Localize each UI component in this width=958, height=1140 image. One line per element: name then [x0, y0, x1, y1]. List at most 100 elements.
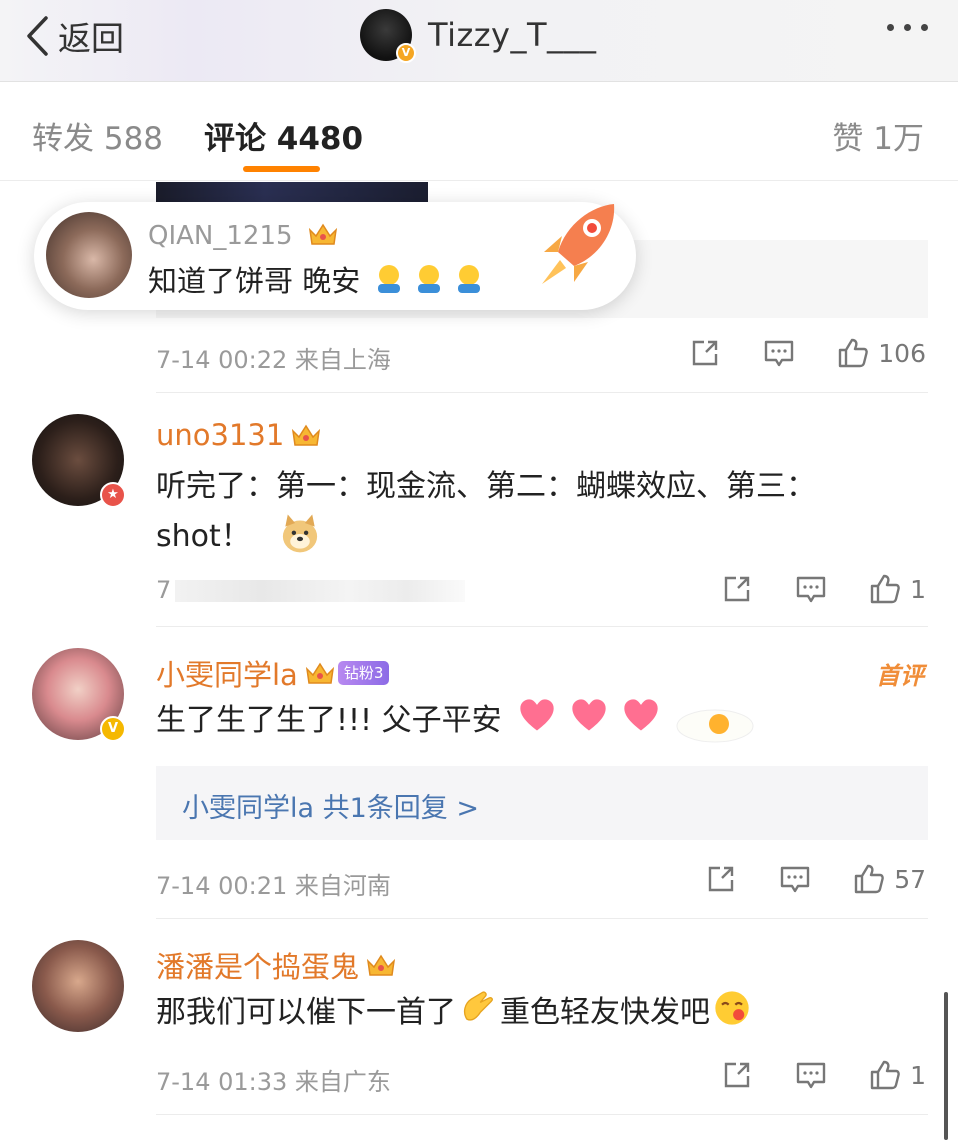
like-count: 57	[894, 864, 926, 894]
tab-likes[interactable]: 赞 1万	[832, 113, 924, 158]
thumbs-up-icon	[854, 864, 885, 894]
like-count: 1	[910, 574, 926, 604]
like-button[interactable]: 106	[836, 336, 926, 370]
reply-button[interactable]	[794, 572, 828, 606]
comment-text: 生了生了生了!!! 父子平安	[156, 696, 916, 746]
comment-username[interactable]: uno3131	[156, 418, 322, 452]
popup-text-body: 知道了饼哥 晚安	[148, 264, 361, 298]
divider	[156, 626, 928, 627]
hug-emoji-icon	[418, 265, 441, 293]
tab-reposts[interactable]: 转发 588	[32, 113, 163, 158]
comment-meta: 7	[156, 576, 466, 604]
comment-text: 听完了：第一：现金流、第二：蝴蝶效应、第三： shot！	[156, 462, 916, 562]
popup-username-text: QIAN_1215	[148, 221, 293, 251]
share-button[interactable]	[704, 862, 738, 896]
comment-icon	[780, 866, 810, 893]
crown-icon	[305, 662, 334, 684]
thumbs-up-icon	[870, 574, 900, 604]
comment-username-text: uno3131	[156, 418, 285, 452]
crown-icon	[366, 954, 396, 976]
avatar[interactable]: V	[360, 9, 416, 63]
fan-level-badge: 钻粉3	[337, 661, 390, 685]
thumbs-up-icon	[839, 338, 869, 368]
share-button[interactable]	[688, 336, 722, 370]
popup-text: 知道了饼哥 晚安	[148, 258, 489, 300]
comment-username-text: 小雯同学la	[156, 658, 298, 692]
heart-emoji-icon	[624, 699, 658, 731]
comment-meta: 7-14 00:22 来自上海	[156, 346, 391, 374]
crown-icon	[292, 424, 321, 446]
share-icon	[724, 1062, 750, 1088]
hug-emoji-icon	[378, 265, 401, 293]
thumbs-up-icon	[870, 1060, 900, 1090]
reply-preview[interactable]: 小雯同学la 共1条回复 >	[156, 766, 928, 840]
share-icon	[708, 866, 734, 892]
like-button[interactable]: 57	[852, 862, 926, 896]
avatar[interactable]	[46, 212, 132, 298]
heart-emoji-icon	[520, 699, 554, 731]
divider	[156, 392, 928, 393]
comment-icon	[765, 340, 794, 367]
share-icon	[693, 340, 718, 366]
comment-username[interactable]: 小雯同学la 钻粉3	[156, 652, 390, 694]
back-button[interactable]: 返回	[24, 12, 124, 60]
nav-username: Tizzy_T___	[428, 16, 597, 54]
clap-emoji-icon	[463, 991, 493, 1021]
comment-popup[interactable]: QIAN_1215 知道了饼哥 晚安	[34, 202, 636, 310]
tab-comments[interactable]: 评论 4480	[204, 113, 363, 158]
share-button[interactable]	[720, 572, 754, 606]
comment-text-a: 那我们可以催下一首了	[156, 995, 456, 1030]
nav-user[interactable]: V Tizzy_T___	[360, 8, 597, 63]
comment-text-body: 生了生了生了!!! 父子平安	[156, 703, 502, 738]
chevron-left-icon	[27, 16, 48, 56]
rocket-icon	[542, 204, 615, 284]
comment-text-body: shot！	[156, 519, 251, 554]
like-count: 1	[910, 1060, 926, 1090]
verified-badge-icon: V	[100, 716, 126, 742]
kiss-face-emoji-icon	[715, 991, 749, 1025]
comment-username[interactable]: 潘潘是个捣蛋鬼	[156, 944, 397, 986]
reply-button[interactable]	[762, 336, 796, 370]
comment-text-b: 重色轻友快发吧	[500, 995, 710, 1030]
top-navbar: 返回 V Tizzy_T___	[0, 0, 958, 82]
comment-meta-text: 7	[156, 576, 172, 604]
like-button[interactable]: 1	[868, 572, 926, 606]
fried-egg-icon	[676, 709, 754, 743]
hug-emoji-icon	[458, 265, 481, 293]
share-icon	[724, 576, 750, 602]
comment-meta: 7-14 00:21 来自河南	[156, 872, 391, 900]
reply-button[interactable]	[794, 1058, 828, 1092]
tab-bar: 转发 588 评论 4480 赞 1万	[0, 83, 958, 181]
share-button[interactable]	[720, 1058, 754, 1092]
popup-username[interactable]: QIAN_1215	[148, 220, 339, 251]
first-comment-tag: 首评	[876, 662, 924, 690]
doge-emoji-icon	[283, 514, 318, 553]
comment-icon	[796, 576, 826, 603]
view-replies-link[interactable]: 小雯同学la 共1条回复 >	[182, 786, 479, 825]
heart-emoji-icon	[572, 699, 606, 731]
active-tab-indicator	[243, 166, 320, 172]
avatar[interactable]: V	[32, 648, 126, 742]
more-dots-icon[interactable]	[887, 24, 928, 31]
comment-actions: 106	[688, 336, 926, 370]
reply-button[interactable]	[778, 862, 812, 896]
crown-icon	[308, 223, 337, 245]
comment-list: QIAN_1215 知道了饼哥 晚安 7-14 00:22 来自上海 106 ★…	[0, 182, 958, 1140]
divider	[156, 918, 928, 919]
comment-meta: 7-14 01:33 来自广东	[156, 1068, 391, 1096]
comment-icon	[796, 1062, 826, 1089]
blurred-meta	[175, 580, 466, 602]
avatar[interactable]: ★	[32, 414, 126, 508]
scrollbar[interactable]	[944, 992, 948, 1140]
like-button[interactable]: 1	[868, 1058, 926, 1092]
like-count: 106	[878, 338, 926, 368]
comment-text: 那我们可以催下一首了 重色轻友快发吧	[156, 988, 916, 1038]
comment-actions: 1	[720, 1058, 926, 1092]
avatar[interactable]	[32, 940, 124, 1032]
back-label: 返回	[58, 19, 124, 58]
red-star-badge-icon: ★	[100, 482, 126, 508]
verified-badge: V	[396, 43, 416, 63]
comment-actions: 1	[720, 572, 926, 606]
comment-actions: 57	[704, 862, 926, 896]
video-thumbnail[interactable]	[156, 182, 428, 202]
